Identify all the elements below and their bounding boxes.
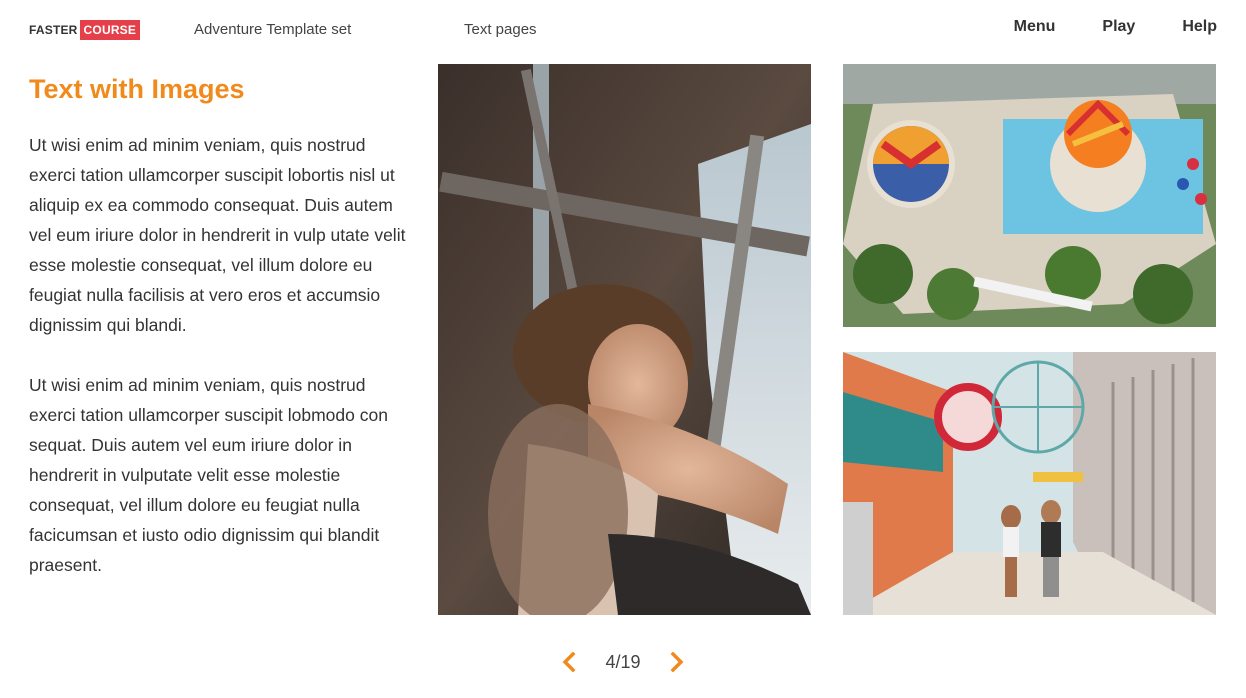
page-title: Text with Images [29,74,245,104]
prev-page-button[interactable] [559,650,579,674]
page: FASTER COURSE Adventure Template set Tex… [0,0,1246,698]
photo-boardwalk-street [843,352,1216,615]
logo: FASTER COURSE [29,19,141,41]
chevron-left-icon [562,652,576,672]
course-title: Adventure Template set [194,21,352,38]
section-title: Text pages [464,21,537,38]
pagination: 4/19 [0,650,1246,674]
page-indicator: 4/19 [605,651,641,672]
main-photo [438,64,811,615]
logo-text-course: COURSE [79,20,141,40]
play-button[interactable]: Play [1102,18,1135,36]
street-photo [843,352,1216,615]
menu-button[interactable]: Menu [1014,18,1056,36]
aerial-park-photo [843,64,1216,327]
photo-aerial-amusement-park [843,64,1216,327]
body-paragraph-2: Ut wisi enim ad minim veniam, quis nostr… [29,375,388,575]
photo-woman-on-ride [438,64,811,615]
chevron-right-icon [670,652,683,672]
logo-text-faster: FASTER [29,23,78,37]
next-page-button[interactable] [667,650,687,674]
body-paragraph-1: Ut wisi enim ad minim veniam, quis nostr… [29,135,406,335]
top-nav: Menu Play Help [967,18,1217,36]
help-button[interactable]: Help [1182,18,1217,36]
